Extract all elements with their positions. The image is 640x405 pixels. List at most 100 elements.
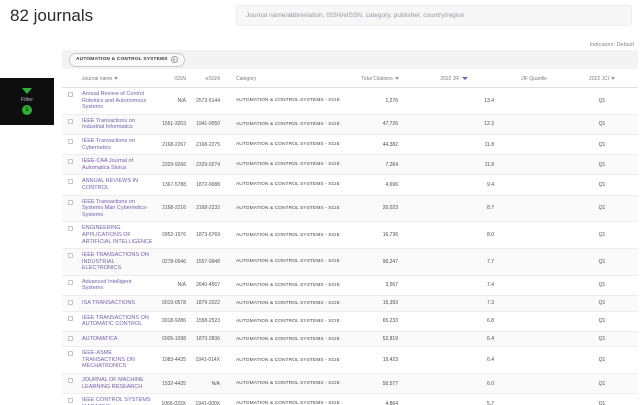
eissn-cell: 2640-4567 [196,282,220,289]
category-cell: AUTOMATION & CONTROL SYSTEMS - SCIE [236,205,340,211]
row-checkbox[interactable] [68,300,73,306]
row-checkbox[interactable] [68,92,73,97]
column-header-label: ISSN [174,75,186,82]
category-cell: AUTOMATION & CONTROL SYSTEMS - SCIE [236,318,340,324]
filter-panel-button[interactable]: Filter 1 [0,78,54,125]
jci-quartile-cell: Q1 [598,282,606,289]
table-row: IEEE Transactions on Systems Man Cyberne… [62,195,638,223]
row-checkbox[interactable] [68,159,73,165]
table-row: IEEE TRANSACTIONS ON INDUSTRIAL ELECTRON… [62,249,638,276]
column-header-citations[interactable]: Total Citations [354,76,406,82]
category-cell: AUTOMATION & CONTROL SYSTEMS - SCIE [236,121,340,127]
total-citations-cell: 19,423 [382,357,398,364]
sort-caret-icon [394,77,399,80]
row-checkbox[interactable] [68,179,73,185]
jci-quartile-cell: Q1 [598,181,606,188]
row-checkbox[interactable] [68,226,73,232]
column-header-label: 2022 JCI [588,75,609,82]
eissn-cell: 1873-6769 [196,232,220,239]
journal-name-link[interactable]: IEEE-ASME TRANSACTIONS ON MECHATRONICS [82,350,158,370]
indicators-selector[interactable]: Indicators: Default [590,42,634,48]
table-row: ANNUAL REVIEWS IN CONTROL 1367-5788 1872… [62,175,638,196]
issn-cell: 2168-2267 [162,141,186,148]
issn-cell: 2168-2216 [162,205,186,212]
table-row: Annual Review of Control Robotics and Au… [62,88,638,115]
row-checkbox[interactable] [68,138,73,144]
sort-caret-icon [461,77,468,80]
row-checkbox[interactable] [68,199,73,205]
row-checkbox[interactable] [68,378,73,384]
remove-filter-icon[interactable]: ✕ [170,56,178,63]
column-header-label: eISSN [205,75,220,82]
sort-caret-icon [611,77,615,80]
jci-quartile-cell: Q1 [598,318,606,325]
issn-cell: 0278-0046 [162,258,186,265]
row-checkbox[interactable] [68,118,73,124]
row-checkbox[interactable] [68,351,73,357]
issn-cell: N/A [177,97,186,104]
eissn-cell: 1941-014X [195,357,220,364]
issn-cell: 0019-0578 [162,300,186,307]
row-checkbox[interactable] [68,398,73,404]
category-cell: AUTOMATION & CONTROL SYSTEMS - SCIE [236,162,340,168]
jif-cell: 11.8 [484,161,494,168]
column-header-issn: ISSN [158,76,192,82]
journal-name-link[interactable]: Advanced Intelligent Systems [82,279,158,292]
jif-cell: 13.4 [484,97,494,104]
row-checkbox[interactable] [68,315,73,321]
table-row: IEEE Transactions on Cybernetics 2168-22… [62,134,638,156]
journal-name-link[interactable]: ANNUAL REVIEWS IN CONTROL [82,178,158,191]
filter-chip-automation-control-systems[interactable]: AUTOMATION & CONTROL SYSTEMS ✕ [69,52,185,67]
row-checkbox[interactable] [68,335,73,341]
column-header-category: Category [226,76,354,82]
journal-name-link[interactable]: JOURNAL OF MACHINE LEARNING RESEARCH [82,377,158,390]
issn-cell: 1066-033X [161,400,186,405]
table-header: Journal name ISSN eISSN Category Total Citat… [62,70,638,88]
row-checkbox[interactable] [68,253,73,259]
total-citations-cell: 1,276 [385,97,398,104]
jci-quartile-cell: Q1 [598,232,606,239]
column-header-label: Journal name [82,75,113,82]
jci-quartile-cell: Q1 [598,357,606,364]
eissn-cell: 2573-5144 [196,97,220,104]
table-row: AUTOMATICA 0005-1098 1873-2836 AUTOMATIO… [62,331,638,348]
issn-cell: 1532-4435 [162,380,186,387]
column-header-jci[interactable]: 2022 JCI [566,76,638,82]
category-cell: AUTOMATION & CONTROL SYSTEMS - SCIE [236,182,340,188]
total-citations-cell: 20,023 [382,205,398,212]
journal-name-link[interactable]: ISA TRANSACTIONS [82,300,158,307]
row-checkbox[interactable] [68,279,73,285]
jif-cell: 5.7 [487,400,494,405]
journal-name-link[interactable]: IEEE Transactions on Industrial Informat… [82,118,158,131]
jci-quartile-cell: Q1 [598,161,606,168]
journal-name-link[interactable]: IEEE CONTROL SYSTEMS MAGAZINE [82,397,158,405]
journal-name-link[interactable]: IEEE-CAA Journal of Automatica Sinica [82,158,158,171]
category-cell: AUTOMATION & CONTROL SYSTEMS - SCIE [236,381,340,387]
eissn-cell: 2168-2275 [196,141,220,148]
journal-table: Journal name ISSN eISSN Category Total Citat… [62,70,638,405]
issn-cell: 0018-9286 [162,318,186,325]
journal-name-link[interactable]: IEEE TRANSACTIONS ON AUTOMATIC CONTROL [82,315,158,328]
table-row: ISA TRANSACTIONS 0019-0578 1879-2022 AUT… [62,296,638,312]
total-citations-cell: 4,864 [385,400,398,405]
category-cell: AUTOMATION & CONTROL SYSTEMS - SCIE [236,300,340,306]
category-cell: AUTOMATION & CONTROL SYSTEMS - SCIE [236,98,340,104]
journal-name-link[interactable]: IEEE TRANSACTIONS ON INDUSTRIAL ELECTRON… [82,252,158,272]
table-row: IEEE-CAA Journal of Automatica Sinica 23… [62,155,638,176]
journal-name-link[interactable]: Annual Review of Control Robotics and Au… [82,91,158,111]
column-header-label: JIF Quartile [521,75,547,82]
jci-quartile-cell: Q1 [598,141,606,148]
journal-name-link[interactable]: IEEE Transactions on Cybernetics [82,138,158,151]
column-header-jif[interactable]: 2022 JIF [406,76,502,82]
column-header-name[interactable]: Journal name [82,76,158,82]
jif-cell: 8.0 [487,232,494,239]
eissn-cell: 1941-0050 [196,121,220,128]
table-row: ENGINEERING APPLICATIONS OF ARTIFICIAL I… [62,222,638,250]
search-input[interactable] [236,5,632,26]
journal-name-link[interactable]: ENGINEERING APPLICATIONS OF ARTIFICIAL I… [82,225,158,245]
eissn-cell: 1941-000X [195,400,220,405]
jif-cell: 6.0 [487,380,494,387]
journal-name-link[interactable]: AUTOMATICA [82,336,158,343]
journal-name-link[interactable]: IEEE Transactions on Systems Man Cyberne… [82,199,158,219]
table-row: IEEE CONTROL SYSTEMS MAGAZINE 1066-033X … [62,394,638,405]
